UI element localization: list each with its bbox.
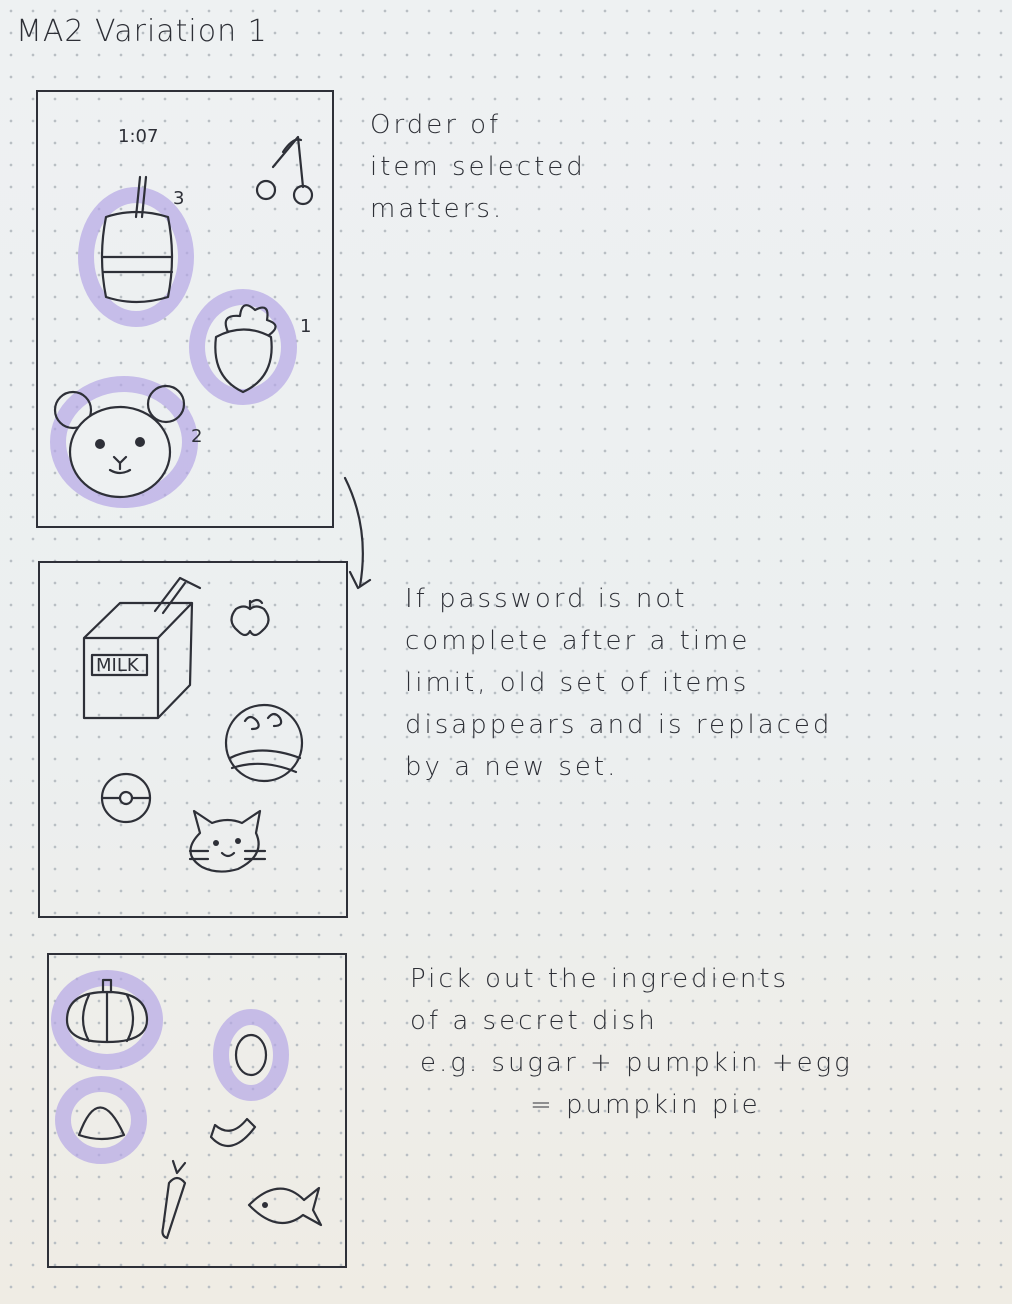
pumpkin-icon[interactable] — [51, 970, 163, 1070]
melon-slice-icon[interactable] — [209, 1117, 257, 1148]
cherries-icon — [255, 135, 314, 206]
note-order-matters: Order of item selected matters. — [370, 104, 586, 230]
drink-jar-icon[interactable] — [78, 175, 194, 327]
sketch-title: MA2 Variation 1 — [16, 14, 268, 49]
note-line: matters. — [370, 194, 505, 224]
note-secret-dish: Pick out the ingredients of a secret dis… — [410, 958, 853, 1126]
sugar-pile-icon[interactable] — [55, 1076, 147, 1164]
phone-screen-2: MILK — [38, 561, 348, 918]
note-line: of a secret dish — [410, 1006, 658, 1036]
fish-icon[interactable] — [247, 1186, 323, 1227]
order-label-1: 1 — [300, 316, 311, 337]
phone-screen-3 — [47, 953, 347, 1268]
milk-carton-icon[interactable]: MILK — [82, 576, 202, 720]
note-line: = pumpkin pie — [530, 1090, 761, 1120]
apple-icon[interactable] — [230, 598, 270, 637]
phone-screen-1: 1:07 3 1 2 — [36, 90, 334, 528]
order-label-2: 2 — [191, 426, 202, 447]
panel2-drawings: MILK — [82, 576, 304, 873]
pokeball-icon[interactable] — [100, 772, 152, 824]
note-line: limit, old set of items — [405, 668, 750, 698]
strawberry-icon[interactable] — [189, 289, 297, 405]
cat-face-icon[interactable] — [188, 809, 267, 873]
note-line: Pick out the ingredients — [410, 964, 790, 994]
bear-face-icon[interactable] — [50, 376, 198, 508]
note-time-limit: If password is not complete after a time… — [405, 578, 832, 788]
planet-icon[interactable] — [224, 703, 304, 783]
note-line: disappears and is replaced — [405, 710, 833, 740]
note-line: complete after a time — [405, 626, 751, 656]
carrot-icon[interactable] — [161, 1159, 187, 1240]
note-line: item selected — [370, 152, 586, 182]
order-label-3: 3 — [173, 188, 184, 209]
panel3-drawings — [51, 970, 323, 1240]
timer-text: 1:07 — [118, 126, 158, 147]
milk-label: MILK — [96, 655, 140, 676]
egg-icon[interactable] — [213, 1009, 289, 1101]
note-line: Order of — [370, 110, 502, 140]
note-line: by a new set. — [405, 752, 619, 782]
note-line: e.g. sugar + pumpkin +egg — [420, 1048, 853, 1078]
panel1-drawings: 1:07 3 1 2 — [50, 126, 314, 508]
note-line: If password is not — [405, 584, 688, 614]
